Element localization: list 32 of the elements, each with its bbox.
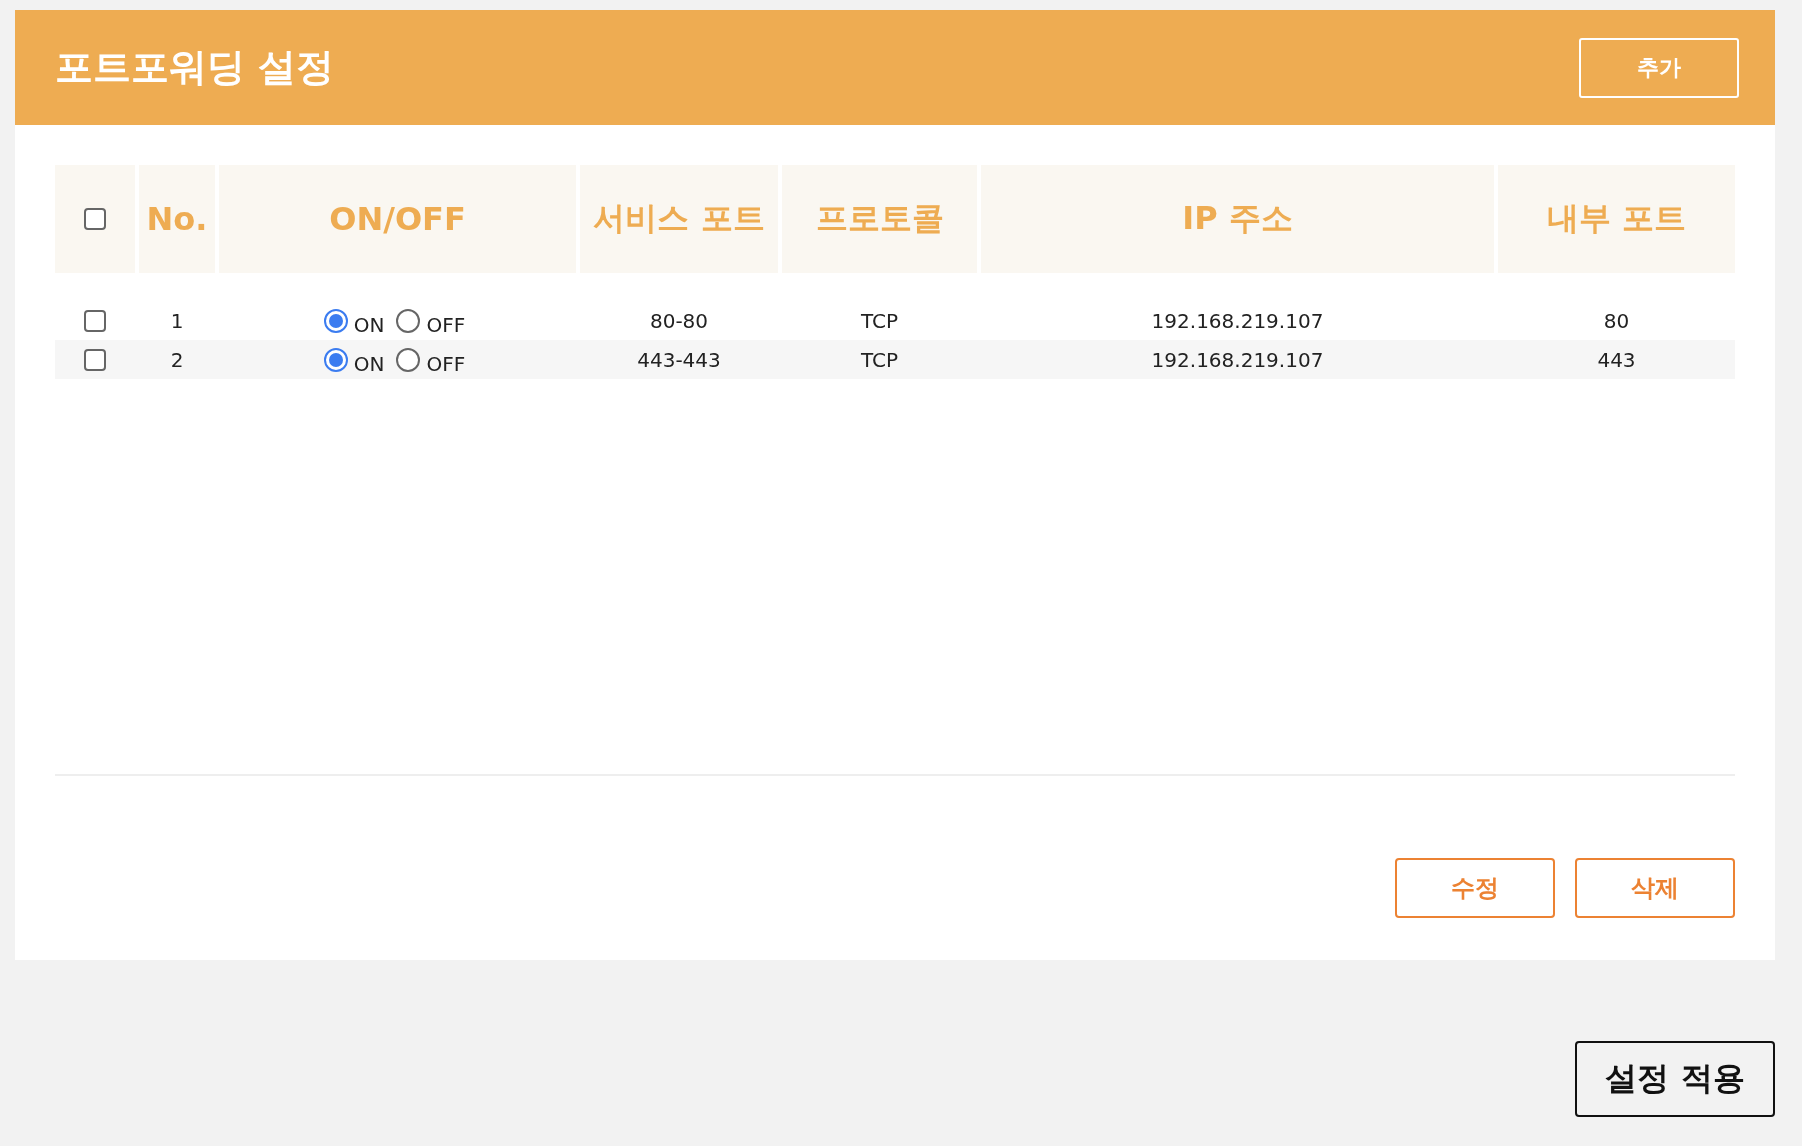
select-all-checkbox[interactable] <box>84 208 106 230</box>
on-radio[interactable] <box>323 308 348 333</box>
row-checkbox[interactable] <box>84 348 106 371</box>
table-cell: 80 <box>1603 308 1630 333</box>
table-cell: 192.168.219.107 <box>1151 347 1324 372</box>
table-cell: TCP <box>860 308 899 333</box>
edit-button[interactable]: 수정 <box>1395 858 1555 918</box>
radio-label: OFF <box>426 351 466 376</box>
column-header: IP 주소 <box>981 165 1494 273</box>
table-cell: 80-80 <box>649 308 709 333</box>
on-radio[interactable] <box>323 347 348 372</box>
table-cell: 443-443 <box>637 347 721 372</box>
column-header: 프로토콜 <box>782 165 977 273</box>
row-checkbox[interactable] <box>84 309 106 332</box>
radio-label: ON <box>353 351 385 376</box>
off-radio[interactable] <box>396 308 421 333</box>
page-title: 포트포워딩 설정 <box>55 44 335 91</box>
apply-button[interactable]: 설정 적용 <box>1575 1041 1775 1117</box>
column-header: ON/OFF <box>219 165 576 273</box>
delete-button[interactable]: 삭제 <box>1575 858 1735 918</box>
table-cell: 192.168.219.107 <box>1151 308 1324 333</box>
column-header: 내부 포트 <box>1498 165 1735 273</box>
table-cell: 2 <box>170 347 184 372</box>
table-cell: 1 <box>170 308 184 333</box>
radio-label: OFF <box>426 312 466 337</box>
table-cell: 443 <box>1597 347 1636 372</box>
column-header: 서비스 포트 <box>580 165 778 273</box>
add-button[interactable]: 추가 <box>1579 37 1739 98</box>
table-cell: TCP <box>860 347 899 372</box>
column-header: No. <box>139 165 215 273</box>
radio-label: ON <box>353 312 385 337</box>
off-radio[interactable] <box>396 347 421 372</box>
